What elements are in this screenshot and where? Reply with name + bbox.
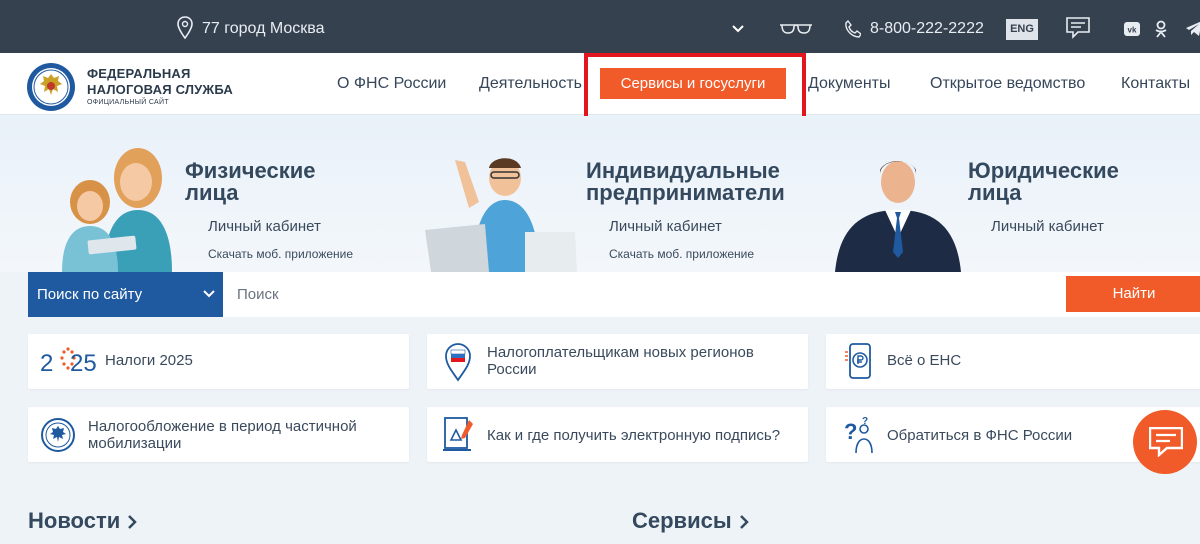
vk-icon[interactable]: vk <box>1124 22 1140 36</box>
logo-subtitle: ОФИЦИАЛЬНЫЙ САЙТ <box>87 99 169 106</box>
card-label: Как и где получить электронную подпись? <box>487 427 781 444</box>
telegram-icon[interactable] <box>1185 20 1200 38</box>
legal-title-1[interactable]: Юридические <box>968 160 1119 182</box>
card-mobilization[interactable]: Налогообложение в период частичной мобил… <box>28 407 409 462</box>
card-label: Обратиться в ФНС России <box>887 427 1073 444</box>
services-section[interactable]: Сервисы <box>632 508 750 534</box>
chat-icon <box>1149 427 1183 457</box>
news-section-title: Новости <box>28 508 121 533</box>
ruble-phone-icon <box>845 343 871 379</box>
legal-cabinet-link[interactable]: Личный кабинет <box>991 218 1104 235</box>
legal-entities-illustration <box>835 161 961 272</box>
entrepreneurs-illustration <box>425 158 577 272</box>
location-pin-icon[interactable] <box>176 16 194 40</box>
nav-activity[interactable]: Деятельность <box>479 75 582 93</box>
individuals-title-2[interactable]: лица <box>185 182 239 204</box>
logo-title-line2: НАЛОГОВАЯ СЛУЖБА <box>87 82 234 97</box>
logo-title-line1: ФЕДЕРАЛЬНАЯ <box>87 66 191 81</box>
language-switch[interactable]: ENG <box>1006 19 1038 40</box>
card-label: Налогоплательщикам новых регионов России <box>487 344 754 378</box>
year-2025-icon: 2 25 <box>40 347 96 377</box>
search-scope-select[interactable]: Поиск по сайту <box>28 272 223 317</box>
year-2025-icon-right: 25 <box>70 350 96 377</box>
chevron-right-icon <box>128 515 138 530</box>
chevron-right-icon <box>739 515 749 530</box>
audience-hero: Физические лица Личный кабинет Скачать м… <box>0 116 1200 272</box>
entrepreneurs-title-2[interactable]: предприниматели <box>586 182 785 204</box>
nav-about[interactable]: О ФНС России <box>337 75 446 93</box>
search-scope-label: Поиск по сайту <box>37 286 143 303</box>
individuals-app-link[interactable]: Скачать моб. приложение <box>208 247 353 261</box>
chat-fab-button[interactable] <box>1133 410 1197 474</box>
card-new-regions[interactable]: Налогоплательщикам новых регионов России <box>427 334 808 389</box>
top-bar: 77 город Москва 8-800-222-2222 ENG vk <box>0 0 1200 53</box>
city-selector[interactable]: 77 город Москва <box>202 20 324 38</box>
card-label: Налогообложение в период частичной мобил… <box>88 418 357 452</box>
card-label: Всё о ЕНС <box>887 352 962 369</box>
emblem-icon <box>41 418 75 452</box>
legal-title-2[interactable]: лица <box>968 182 1022 204</box>
glasses-icon[interactable] <box>779 22 813 36</box>
individuals-illustration <box>62 148 172 272</box>
chevron-down-icon <box>203 290 215 298</box>
individuals-cabinet-link[interactable]: Личный кабинет <box>208 218 321 235</box>
search-button[interactable]: Найти <box>1066 276 1200 312</box>
entrepreneurs-cabinet-link[interactable]: Личный кабинет <box>609 218 722 235</box>
nav-contacts[interactable]: Контакты <box>1121 75 1190 93</box>
news-section[interactable]: Новости <box>28 508 138 534</box>
svg-text:vk: vk <box>1128 26 1137 35</box>
question-person-icon: ? ? <box>844 416 873 454</box>
hotline-phone[interactable]: 8-800-222-2222 <box>870 20 984 38</box>
card-ens[interactable]: Всё о ЕНС <box>826 334 1200 389</box>
phone-icon <box>845 20 861 38</box>
entrepreneurs-title-1[interactable]: Индивидуальные <box>586 160 780 182</box>
chevron-down-icon[interactable] <box>731 24 745 34</box>
svg-text:?: ? <box>844 419 857 444</box>
chat-icon[interactable] <box>1066 17 1090 39</box>
card-taxes-2025[interactable]: 2 25 Налоги 2025 <box>28 334 409 389</box>
nav-documents[interactable]: Документы <box>808 75 890 93</box>
e-signature-icon <box>443 417 473 451</box>
entrepreneurs-app-link[interactable]: Скачать моб. приложение <box>609 247 754 261</box>
nav-open-agency[interactable]: Открытое ведомство <box>930 75 1085 93</box>
year-2025-icon-left: 2 <box>40 350 53 377</box>
card-e-signature[interactable]: Как и где получить электронную подпись? <box>427 407 808 462</box>
card-label: Налоги 2025 <box>105 352 193 369</box>
ok-icon[interactable] <box>1154 20 1168 38</box>
fns-emblem-logo[interactable] <box>26 62 76 112</box>
russia-flag-pin-icon <box>445 343 471 382</box>
svg-text:?: ? <box>862 416 868 427</box>
individuals-title-1[interactable]: Физические <box>185 160 316 182</box>
services-section-title: Сервисы <box>632 508 732 533</box>
search-input[interactable] <box>223 272 1200 317</box>
